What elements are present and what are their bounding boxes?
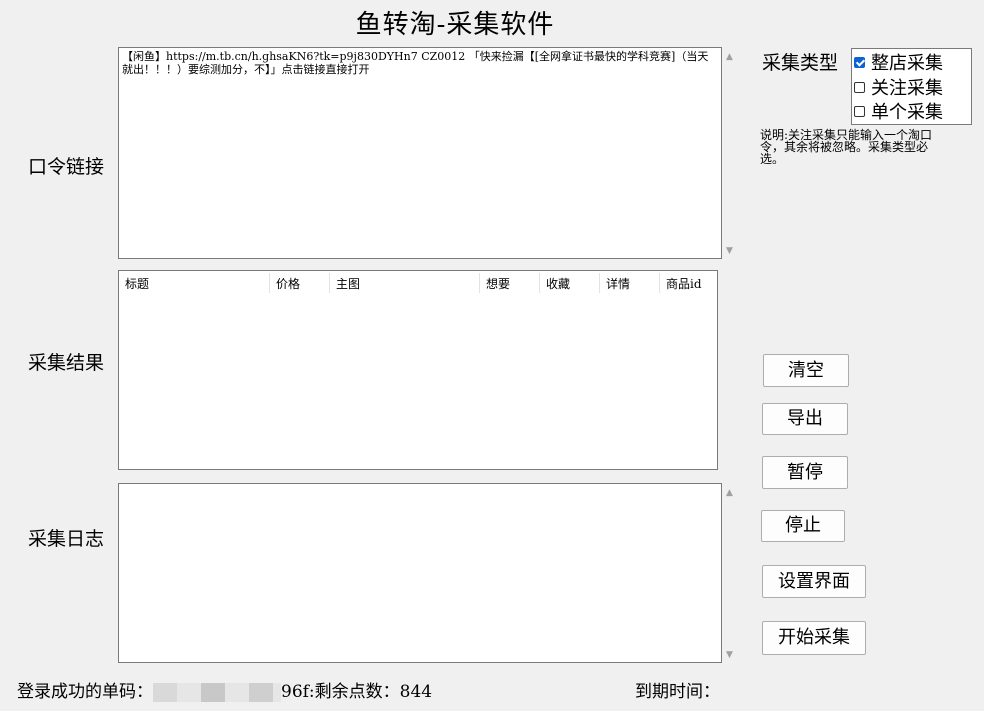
results-table[interactable]: 标题 价格 主图 想要 收藏 详情 商品id (118, 270, 718, 470)
option-single[interactable]: 单个采集 (852, 99, 943, 123)
link-label: 口令链接 (28, 156, 105, 178)
column-header-title[interactable]: 标题 (119, 271, 269, 295)
checkbox-single[interactable] (854, 105, 865, 117)
option-follow[interactable]: 关注采集 (852, 75, 943, 99)
column-header-want[interactable]: 想要 (480, 271, 539, 295)
link-scroll-up-icon[interactable]: ▲ (726, 52, 733, 62)
log-scroll-down-icon[interactable]: ▼ (726, 650, 733, 660)
stop-button[interactable]: 停止 (761, 510, 845, 542)
log-textarea[interactable] (118, 483, 722, 663)
link-textarea-value: 【闲鱼】https://m.tb.cn/h.ghsaKN6?tk=p9j830D… (122, 50, 709, 76)
results-table-header: 标题 价格 主图 想要 收藏 详情 商品id (119, 271, 717, 295)
clear-button[interactable]: 清空 (763, 354, 849, 387)
collect-type-group: 整店采集 关注采集 单个采集 (851, 48, 972, 125)
points-label: 剩余点数： (314, 682, 400, 702)
code-tail: 96f: (281, 682, 315, 702)
settings-button[interactable]: 设置界面 (762, 565, 866, 598)
checkbox-whole-store[interactable] (854, 56, 865, 68)
option-whole-store[interactable]: 整店采集 (852, 50, 943, 74)
login-label: 登录成功的单码： (17, 682, 153, 702)
column-header-main-image[interactable]: 主图 (330, 271, 480, 295)
log-label: 采集日志 (28, 528, 105, 550)
redacted-code (153, 682, 281, 702)
pause-button[interactable]: 暂停 (762, 456, 848, 489)
results-label: 采集结果 (28, 352, 105, 374)
option-single-label: 单个采集 (871, 102, 943, 123)
expire-label: 到期时间： (635, 682, 720, 702)
login-status: 登录成功的单码： 96f:剩余点数：844 (17, 677, 432, 702)
log-textarea-value (119, 484, 721, 488)
column-header-details[interactable]: 详情 (600, 271, 659, 295)
link-scroll-down-icon[interactable]: ▼ (726, 246, 733, 256)
points-value: 844 (399, 682, 433, 702)
collect-type-label: 采集类型 (762, 52, 839, 74)
column-header-favorites[interactable]: 收藏 (540, 271, 599, 295)
export-button[interactable]: 导出 (762, 403, 848, 435)
log-scroll-up-icon[interactable]: ▲ (726, 488, 733, 498)
column-header-item-id[interactable]: 商品id (660, 271, 718, 295)
option-follow-label: 关注采集 (871, 78, 943, 99)
option-whole-store-label: 整店采集 (871, 53, 943, 74)
checkbox-follow[interactable] (854, 81, 865, 93)
start-button[interactable]: 开始采集 (762, 621, 866, 655)
collect-type-note: 说明:关注采集只能输入一个淘口令，其余将被忽略。采集类型必选。 (760, 128, 933, 166)
column-header-price[interactable]: 价格 (270, 271, 329, 295)
app-title: 鱼转淘-采集软件 (355, 10, 555, 40)
link-textarea[interactable]: 【闲鱼】https://m.tb.cn/h.ghsaKN6?tk=p9j830D… (118, 47, 722, 259)
